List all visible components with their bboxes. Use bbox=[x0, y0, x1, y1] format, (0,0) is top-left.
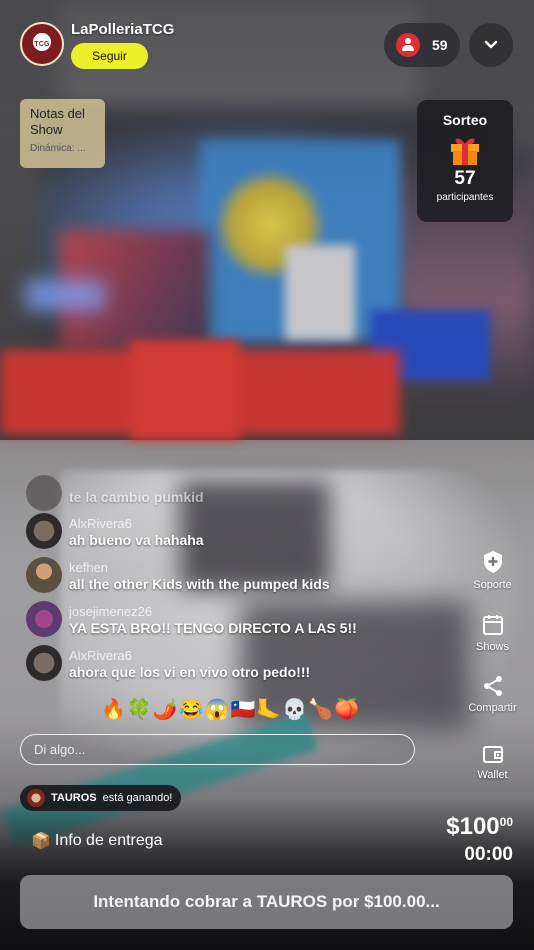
share-button[interactable]: Compartir bbox=[455, 675, 530, 714]
giveaway-card[interactable]: Sorteo 57 participantes bbox=[417, 100, 513, 222]
emoji-reaction-bar[interactable]: 🔥🍀🌶️😂😱🇨🇱🦶💀🍗🍑 bbox=[101, 697, 360, 722]
chat-message: AlxRivera6 ah bueno va hahaha bbox=[26, 513, 446, 557]
chat-message-text: ah bueno va hahaha bbox=[69, 532, 204, 548]
giveaway-participant-label: participantes bbox=[436, 192, 494, 203]
chat-message: kefhen all the other Kids with the pumpe… bbox=[26, 557, 446, 601]
chat-message: te la cambio pumkid bbox=[26, 475, 446, 513]
support-button[interactable]: Soporte bbox=[455, 550, 530, 591]
giveaway-title: Sorteo bbox=[442, 112, 488, 128]
chat-message-text: te la cambio pumkid bbox=[69, 489, 204, 505]
seller-name[interactable]: LaPolleriaTCG bbox=[71, 21, 174, 38]
gift-icon bbox=[448, 132, 482, 166]
seller-avatar[interactable]: TCG bbox=[20, 22, 64, 66]
viewer-count: 59 bbox=[432, 37, 448, 53]
chat-username[interactable]: josejimenez26 bbox=[69, 604, 357, 619]
chat-username[interactable]: kefhen bbox=[69, 560, 330, 575]
winner-status: está ganando! bbox=[102, 792, 173, 804]
chat-message: AlxRivera6 ahora que los vi en vivo otro… bbox=[26, 645, 446, 689]
price-cents: 00 bbox=[499, 815, 513, 829]
winning-bidder-badge: TAUROS está ganando! bbox=[20, 785, 182, 811]
show-notes-title: Notas del Show bbox=[30, 106, 85, 137]
delivery-info-link[interactable]: 📦 Info de entrega bbox=[31, 831, 163, 851]
package-icon: 📦 bbox=[31, 833, 51, 850]
price-amount: $100 bbox=[446, 813, 500, 840]
calendar-icon bbox=[482, 615, 503, 635]
shows-label: Shows bbox=[475, 641, 510, 653]
chat-message: josejimenez26 YA ESTA BRO!! TENGO DIRECT… bbox=[26, 601, 446, 645]
chat-username[interactable]: AlxRivera6 bbox=[69, 648, 310, 663]
seller-logo-mark: TCG bbox=[34, 40, 50, 48]
follow-button[interactable]: Seguir bbox=[71, 43, 148, 69]
chat-input[interactable]: Di algo... bbox=[20, 734, 415, 765]
current-bid-price: $10000 bbox=[420, 813, 513, 841]
delivery-info-label: Info de entrega bbox=[54, 832, 163, 849]
winner-name: TAUROS bbox=[51, 792, 97, 804]
chat-feed: te la cambio pumkid AlxRivera6 ah bueno … bbox=[26, 475, 446, 689]
auction-timer: 00:00 bbox=[464, 844, 513, 865]
person-icon bbox=[396, 33, 420, 57]
giveaway-participant-count: 57 bbox=[454, 168, 476, 189]
chat-message-text: ahora que los vi en vivo otro pedo!!! bbox=[69, 664, 311, 680]
chat-avatar[interactable] bbox=[26, 601, 62, 637]
support-label: Soporte bbox=[473, 579, 512, 591]
chat-username[interactable]: AlxRivera6 bbox=[69, 516, 204, 531]
collapse-button[interactable] bbox=[469, 23, 513, 67]
wallet-icon bbox=[482, 746, 503, 763]
chat-message-text: all the other Kids with the pumped kids bbox=[69, 576, 330, 592]
chat-avatar[interactable] bbox=[26, 475, 62, 511]
chat-avatar[interactable] bbox=[26, 645, 62, 681]
wallet-label: Wallet bbox=[477, 769, 508, 781]
share-icon bbox=[483, 676, 502, 696]
winner-avatar bbox=[27, 789, 45, 807]
show-notes-card[interactable]: Notas del Show Dinámica: ... bbox=[20, 99, 105, 168]
wallet-button[interactable]: Wallet bbox=[455, 744, 530, 781]
show-notes-preview: Dinámica: ... bbox=[30, 143, 86, 154]
shield-plus-icon bbox=[483, 551, 502, 573]
chevron-down-icon bbox=[484, 40, 498, 49]
share-label: Compartir bbox=[468, 702, 517, 714]
viewer-count-pill[interactable]: 59 bbox=[384, 23, 460, 67]
chat-avatar[interactable] bbox=[26, 513, 62, 549]
payment-status-button[interactable]: Intentando cobrar a TAUROS por $100.00..… bbox=[20, 875, 513, 929]
chat-avatar[interactable] bbox=[26, 557, 62, 593]
chat-message-text: YA ESTA BRO!! TENGO DIRECTO A LAS 5!! bbox=[69, 620, 357, 636]
shows-button[interactable]: Shows bbox=[455, 614, 530, 653]
